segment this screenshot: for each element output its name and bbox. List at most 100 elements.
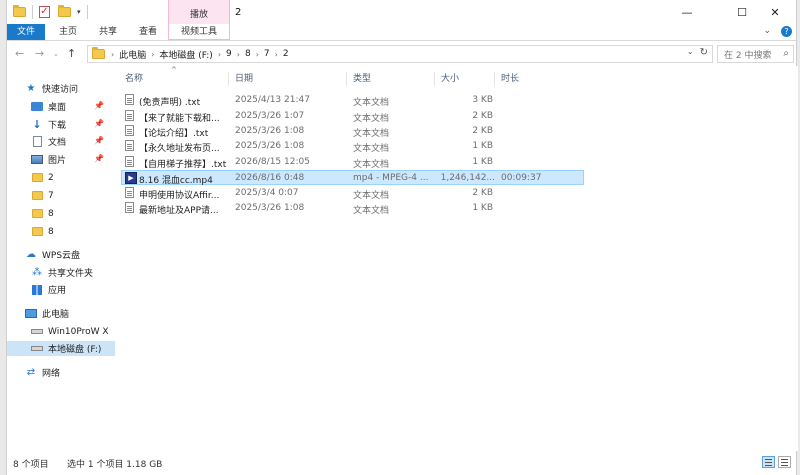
pin-icon[interactable]: 📌 (94, 154, 104, 163)
table-row[interactable]: (免责声明) .txt 2025/4/13 21:47 文本文档 3 KB (121, 93, 584, 108)
sidebar-item-wps-cloud[interactable]: ☁ WPS云盘 (7, 247, 115, 262)
up-arrow-icon[interactable]: ↑ (67, 47, 76, 60)
tab-file[interactable]: 文件 (7, 24, 45, 40)
details-view-icon[interactable] (762, 456, 775, 468)
sidebar-item-folder-8[interactable]: 8 (7, 206, 115, 221)
breadcrumb-this-pc[interactable]: 此电脑 (119, 48, 146, 61)
recent-locations-icon[interactable]: ⌄ (53, 50, 59, 58)
minimize-button[interactable]: — (665, 0, 709, 24)
column-header-type[interactable]: 类型 (347, 72, 435, 86)
refresh-icon[interactable]: ↻ (700, 47, 708, 58)
drive-icon (31, 326, 43, 337)
table-row[interactable]: 【来了就能下载和... 2025/3/26 1:07 文本文档 2 KB (121, 109, 584, 124)
quick-access-toolbar: ✓ ▾ (13, 5, 88, 19)
new-folder-icon[interactable] (58, 5, 71, 17)
table-row[interactable]: 最新地址及APP请... 2025/3/26 1:08 文本文档 1 KB (121, 201, 584, 216)
pin-icon[interactable]: 📌 (94, 136, 104, 145)
sidebar-item-shared-folder[interactable]: ⁂ 共享文件夹 (7, 265, 115, 280)
sidebar-item-drive-c[interactable]: Win10ProW X (7, 324, 115, 339)
chevron-right-icon[interactable]: › (218, 50, 221, 59)
customize-toolbar-icon[interactable]: ▾ (77, 8, 81, 16)
file-date: 2025/3/4 0:07 (235, 188, 299, 198)
sidebar-item-label: 应用 (48, 286, 67, 296)
breadcrumb-drive-f[interactable]: 本地磁盘 (F:) (159, 48, 212, 61)
table-row[interactable]: 【论坛介绍】.txt 2025/3/26 1:08 文本文档 2 KB (121, 124, 584, 139)
address-bar[interactable]: › 此电脑 › 本地磁盘 (F:) › 9 › 8 › 7 › 2 ⌄ ↻ (87, 45, 713, 63)
breadcrumb-7[interactable]: 7 (264, 49, 270, 59)
table-row[interactable]: 【永久地址发布页... 2025/3/26 1:08 文本文档 1 KB (121, 139, 584, 154)
tab-share[interactable]: 共享 (91, 24, 125, 40)
chevron-right-icon[interactable]: › (237, 50, 240, 59)
properties-icon[interactable]: ✓ (39, 6, 50, 18)
column-header-duration[interactable]: 时长 (495, 72, 575, 86)
chevron-right-icon[interactable]: › (275, 50, 278, 59)
sidebar-item-pictures[interactable]: 图片 📌 (7, 152, 115, 167)
download-icon: ↓ (32, 118, 42, 131)
column-header-name[interactable]: 名称 (119, 72, 229, 86)
close-button[interactable]: ✕ (753, 0, 797, 24)
folder-icon (31, 190, 43, 201)
file-type: mp4 - MPEG-4 ... (353, 173, 429, 183)
drive-icon (31, 343, 43, 354)
large-icons-view-icon[interactable] (778, 456, 791, 468)
tab-video-tools[interactable]: 视频工具 (168, 24, 230, 40)
folder-icon[interactable] (13, 5, 26, 17)
search-placeholder: 在 2 中搜索 (724, 50, 772, 61)
sidebar-item-label: WPS云盘 (42, 251, 81, 261)
sidebar-item-label: 桌面 (48, 103, 67, 113)
file-date: 2025/3/26 1:08 (235, 141, 305, 151)
search-input[interactable]: 在 2 中搜索 ⌕ (717, 45, 794, 63)
sidebar-item-this-pc[interactable]: 此电脑 (7, 306, 115, 321)
sidebar-item-downloads[interactable]: ↓ 下载 📌 (7, 117, 115, 132)
search-icon[interactable]: ⌕ (783, 48, 789, 59)
chevron-down-icon[interactable]: ⌄ (687, 47, 694, 58)
text-file-icon (125, 110, 134, 121)
chevron-down-icon[interactable]: ⌄ (763, 26, 771, 37)
table-row-selected[interactable]: ▶ 8.16 混血cc.mp4 2026/8/16 0:48 mp4 - MPE… (121, 170, 584, 186)
title-bar: ✓ ▾ 播放 2 — ☐ ✕ (7, 0, 796, 24)
chevron-right-icon[interactable]: › (256, 50, 259, 59)
sidebar-item-network[interactable]: ⇄ 网络 (7, 365, 115, 380)
file-size: 1 KB (472, 141, 493, 151)
breadcrumb-9[interactable]: 9 (226, 49, 232, 59)
pin-icon[interactable]: 📌 (94, 119, 104, 128)
sidebar-item-quick-access[interactable]: ★ 快速访问 (7, 81, 115, 96)
sidebar-item-label: 文档 (48, 138, 67, 148)
chevron-right-icon[interactable]: › (151, 50, 154, 59)
breadcrumb-2[interactable]: 2 (283, 49, 289, 59)
sidebar-item-label: 2 (48, 172, 54, 183)
file-type: 文本文档 (353, 206, 390, 216)
table-row[interactable]: 申明使用协议Affir... 2025/3/4 0:07 文本文档 2 KB (121, 186, 584, 201)
text-file-icon (125, 94, 134, 105)
back-arrow-icon[interactable]: ← (15, 47, 24, 60)
text-file-icon (125, 140, 134, 151)
sidebar-item-label: 本地磁盘 (F:) (48, 345, 102, 355)
sidebar-item-folder-2[interactable]: 2 (7, 170, 115, 185)
sidebar-item-drive-f[interactable]: 本地磁盘 (F:) (7, 341, 115, 356)
tab-home[interactable]: 主页 (51, 24, 85, 40)
sidebar-item-apps[interactable]: 应用 (7, 282, 115, 297)
file-name: 【论坛介绍】.txt (139, 129, 209, 139)
help-icon[interactable]: ? (781, 26, 792, 37)
sidebar-item-label: 下载 (48, 121, 67, 131)
explorer-window: ✓ ▾ 播放 2 — ☐ ✕ 文件 主页 共享 查看 视频工具 ⌄ ? ← → … (6, 0, 798, 475)
sidebar-item-documents[interactable]: 文档 📌 (7, 134, 115, 149)
contextual-tab-play[interactable]: 播放 (168, 0, 230, 24)
column-header-size[interactable]: 大小 (435, 72, 495, 86)
tab-view[interactable]: 查看 (131, 24, 165, 40)
breadcrumb-8[interactable]: 8 (245, 49, 251, 59)
column-header-date[interactable]: 日期 (229, 72, 347, 86)
file-list: ^ 名称 日期 类型 大小 时长 (免责声明) .txt 2025/4/13 2… (115, 66, 798, 451)
chevron-right-icon[interactable]: › (111, 50, 114, 59)
ribbon-tabs: 文件 主页 共享 查看 视频工具 ⌄ ? (7, 24, 796, 41)
sidebar-item-folder-7[interactable]: 7 (7, 188, 115, 203)
sidebar-item-folder-8b[interactable]: 8 (7, 224, 115, 239)
sidebar-item-desktop[interactable]: 桌面 📌 (7, 99, 115, 114)
table-row[interactable]: 【自用梯子推荐】.txt 2026/8/15 12:05 文本文档 1 KB (121, 155, 584, 170)
forward-arrow-icon[interactable]: → (35, 47, 44, 60)
text-file-icon (125, 156, 134, 167)
file-date: 2025/3/26 1:08 (235, 203, 305, 213)
pin-icon[interactable]: 📌 (94, 101, 104, 110)
desktop-icon (31, 101, 43, 112)
file-type: 文本文档 (353, 144, 390, 154)
